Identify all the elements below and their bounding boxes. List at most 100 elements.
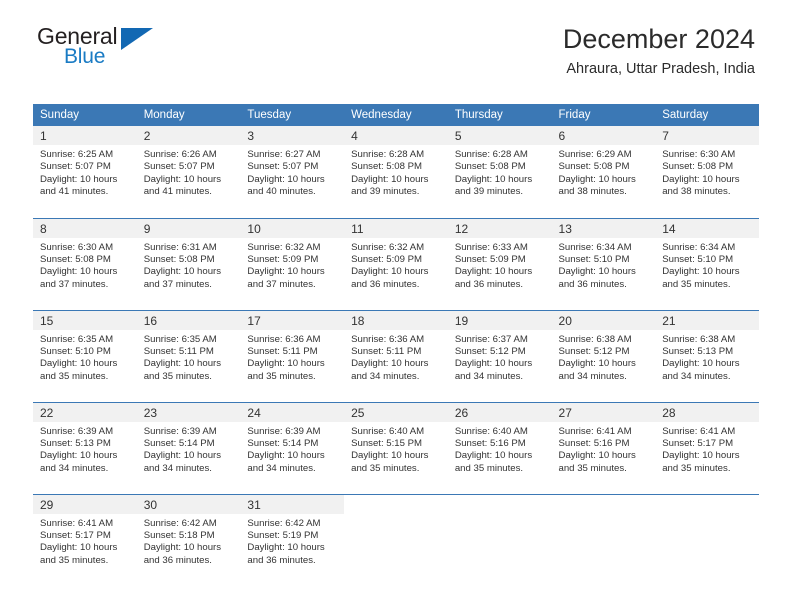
calendar-week-row: 29 Sunrise: 6:41 AM Sunset: 5:17 PM Dayligh… <box>33 493 759 586</box>
calendar-day-cell[interactable]: 2 Sunrise: 6:26 AM Sunset: 5:07 PM Daylight… <box>136 126 241 218</box>
calendar-day-cell[interactable]: 30 Sunrise: 6:42 AM Sunset: 5:18 PM Dayligh… <box>136 493 241 586</box>
calendar-day-cell[interactable]: 11 Sunrise: 6:32 AM Sunset: 5:09 PM Dayligh… <box>344 217 448 310</box>
sunrise-text: Sunrise: 6:36 AM <box>247 333 321 345</box>
sunset-text: Sunset: 5:13 PM <box>662 345 734 357</box>
day-details: Sunrise: 6:39 AM Sunset: 5:14 PM Daylight:… <box>137 422 241 476</box>
sunset-text: Sunset: 5:08 PM <box>662 161 734 173</box>
sunrise-text: Sunrise: 6:38 AM <box>558 333 632 345</box>
calendar-day-cell[interactable]: 1 Sunrise: 6:25 AM Sunset: 5:07 PM Daylight… <box>33 126 137 218</box>
sunrise-text: Sunrise: 6:40 AM <box>351 425 425 437</box>
daylight-text-line2: and 38 minutes. <box>662 186 731 198</box>
calendar-day-cell[interactable]: 16 Sunrise: 6:35 AM Sunset: 5:11 PM Dayligh… <box>136 309 241 402</box>
day-details: Sunrise: 6:42 AM Sunset: 5:19 PM Daylight:… <box>240 514 344 568</box>
day-number: 6 <box>551 126 656 145</box>
sunset-text: Sunset: 5:08 PM <box>351 161 423 173</box>
day-details: Sunrise: 6:35 AM Sunset: 5:11 PM Daylight:… <box>137 330 241 384</box>
calendar-body: 1 Sunrise: 6:25 AM Sunset: 5:07 PM Daylight… <box>33 126 759 586</box>
logo-text-general: General <box>37 23 118 49</box>
weekday-header-saturday: Saturday <box>655 104 759 126</box>
daylight-text-line1: Daylight: 10 hours <box>40 173 118 185</box>
daylight-text-line1: Daylight: 10 hours <box>40 358 118 370</box>
sunset-text: Sunset: 5:15 PM <box>351 437 423 449</box>
calendar-day-cell[interactable]: 31 Sunrise: 6:42 AM Sunset: 5:19 PM Dayligh… <box>240 493 345 586</box>
calendar-day-cell[interactable]: 12 Sunrise: 6:33 AM Sunset: 5:09 PM Dayligh… <box>447 217 552 310</box>
calendar-day-cell[interactable]: 7 Sunrise: 6:30 AM Sunset: 5:08 PM Daylight… <box>655 126 759 218</box>
calendar-day-cell[interactable]: 13 Sunrise: 6:34 AM Sunset: 5:10 PM Dayligh… <box>551 217 656 310</box>
daylight-text-line2: and 34 minutes. <box>662 370 731 382</box>
daylight-text-line1: Daylight: 10 hours <box>454 358 533 370</box>
daylight-text-line1: Daylight: 10 hours <box>351 266 429 278</box>
calendar-day-cell[interactable]: 15 Sunrise: 6:35 AM Sunset: 5:10 PM Dayligh… <box>33 309 137 402</box>
calendar-day-cell[interactable]: 3 Sunrise: 6:27 AM Sunset: 5:07 PM Daylight… <box>240 126 345 218</box>
general-blue-logo[interactable]: General Blue <box>37 25 237 67</box>
daylight-text-line1: Daylight: 10 hours <box>247 173 325 185</box>
sunset-text: Sunset: 5:08 PM <box>143 253 215 265</box>
calendar-day-cell[interactable]: 22 Sunrise: 6:39 AM Sunset: 5:13 PM Dayligh… <box>33 401 137 494</box>
day-number <box>552 495 656 514</box>
daylight-text-line2: and 38 minutes. <box>558 186 627 198</box>
day-number: 26 <box>447 402 552 422</box>
day-number: 30 <box>136 494 241 514</box>
sunrise-text: Sunrise: 6:39 AM <box>40 425 114 437</box>
calendar-day-cell[interactable]: 10 Sunrise: 6:32 AM Sunset: 5:09 PM Dayligh… <box>240 217 345 310</box>
calendar-day-cell[interactable]: 5 Sunrise: 6:28 AM Sunset: 5:08 PM Daylight… <box>447 126 552 218</box>
daylight-text-line2: and 35 minutes. <box>247 370 316 382</box>
calendar-day-cell[interactable]: 24 Sunrise: 6:39 AM Sunset: 5:14 PM Dayligh… <box>240 401 345 494</box>
calendar-day-cell[interactable]: 20 Sunrise: 6:38 AM Sunset: 5:12 PM Dayligh… <box>551 309 656 402</box>
calendar-week-row: 1 Sunrise: 6:25 AM Sunset: 5:07 PM Daylight… <box>33 126 759 218</box>
day-number: 13 <box>551 218 656 238</box>
sunset-text: Sunset: 5:09 PM <box>454 253 526 265</box>
calendar-day-cell[interactable]: 9 Sunrise: 6:31 AM Sunset: 5:08 PM Daylight… <box>136 217 241 310</box>
daylight-text-line1: Daylight: 10 hours <box>143 266 222 278</box>
daylight-text-line2: and 35 minutes. <box>40 370 109 382</box>
calendar-day-cell[interactable]: 29 Sunrise: 6:41 AM Sunset: 5:17 PM Dayligh… <box>33 493 137 586</box>
calendar-day-cell[interactable]: 23 Sunrise: 6:39 AM Sunset: 5:14 PM Dayligh… <box>136 401 241 494</box>
calendar-day-cell[interactable]: 21 Sunrise: 6:38 AM Sunset: 5:13 PM Dayligh… <box>655 309 759 402</box>
calendar-day-cell[interactable]: 26 Sunrise: 6:40 AM Sunset: 5:16 PM Dayligh… <box>447 401 552 494</box>
daylight-text-line2: and 35 minutes. <box>40 554 109 566</box>
day-details: Sunrise: 6:38 AM Sunset: 5:12 PM Daylight:… <box>552 330 656 384</box>
day-number: 4 <box>344 126 448 145</box>
sunrise-text: Sunrise: 6:35 AM <box>40 333 114 345</box>
sunset-text: Sunset: 5:07 PM <box>40 161 111 173</box>
day-number: 5 <box>447 126 552 145</box>
day-number: 19 <box>447 310 552 330</box>
calendar-day-cell[interactable]: 17 Sunrise: 6:36 AM Sunset: 5:11 PM Dayligh… <box>240 309 345 402</box>
sunrise-text: Sunrise: 6:41 AM <box>662 425 736 437</box>
day-details: Sunrise: 6:38 AM Sunset: 5:13 PM Daylight:… <box>655 330 759 384</box>
calendar-day-cell[interactable]: 19 Sunrise: 6:37 AM Sunset: 5:12 PM Dayligh… <box>447 309 552 402</box>
daylight-text-line2: and 35 minutes. <box>351 462 420 474</box>
calendar-day-cell[interactable]: 14 Sunrise: 6:34 AM Sunset: 5:10 PM Dayligh… <box>655 217 759 310</box>
calendar-day-cell[interactable]: 18 Sunrise: 6:36 AM Sunset: 5:11 PM Dayligh… <box>344 309 448 402</box>
daylight-text-line1: Daylight: 10 hours <box>351 358 429 370</box>
calendar-day-cell[interactable]: 28 Sunrise: 6:41 AM Sunset: 5:17 PM Dayligh… <box>655 401 759 494</box>
sunrise-text: Sunrise: 6:39 AM <box>247 425 321 437</box>
daylight-text-line1: Daylight: 10 hours <box>143 542 222 554</box>
calendar-empty-cell <box>344 493 448 586</box>
calendar-day-cell[interactable]: 8 Sunrise: 6:30 AM Sunset: 5:08 PM Daylight… <box>33 217 137 310</box>
weekday-header-sunday: Sunday <box>33 104 137 126</box>
daylight-text-line1: Daylight: 10 hours <box>662 173 740 185</box>
daylight-text-line2: and 35 minutes. <box>143 370 212 382</box>
sunrise-text: Sunrise: 6:25 AM <box>40 149 114 160</box>
sunset-text: Sunset: 5:08 PM <box>454 161 526 173</box>
calendar-day-cell[interactable]: 25 Sunrise: 6:40 AM Sunset: 5:15 PM Dayligh… <box>344 401 448 494</box>
day-number: 31 <box>240 494 345 514</box>
day-details: Sunrise: 6:40 AM Sunset: 5:15 PM Daylight:… <box>344 422 448 476</box>
sunrise-text: Sunrise: 6:28 AM <box>454 149 528 160</box>
daylight-text-line1: Daylight: 10 hours <box>40 266 118 278</box>
sunset-text: Sunset: 5:11 PM <box>351 345 422 357</box>
day-details: Sunrise: 6:28 AM Sunset: 5:08 PM Daylight:… <box>448 145 552 199</box>
day-number: 24 <box>240 402 345 422</box>
calendar-week-row: 22 Sunrise: 6:39 AM Sunset: 5:13 PM Dayligh… <box>33 401 759 494</box>
calendar-day-cell[interactable]: 27 Sunrise: 6:41 AM Sunset: 5:16 PM Dayligh… <box>551 401 656 494</box>
daylight-text-line1: Daylight: 10 hours <box>662 266 740 278</box>
daylight-text-line2: and 41 minutes. <box>40 186 109 198</box>
day-number: 23 <box>136 402 241 422</box>
sunrise-text: Sunrise: 6:36 AM <box>351 333 425 345</box>
day-details: Sunrise: 6:28 AM Sunset: 5:08 PM Daylight:… <box>344 145 448 199</box>
calendar-empty-cell <box>447 493 552 586</box>
sunset-text: Sunset: 5:10 PM <box>40 345 111 357</box>
calendar-day-cell[interactable]: 4 Sunrise: 6:28 AM Sunset: 5:08 PM Daylight… <box>344 126 448 218</box>
calendar-day-cell[interactable]: 6 Sunrise: 6:29 AM Sunset: 5:08 PM Daylight… <box>551 126 656 218</box>
